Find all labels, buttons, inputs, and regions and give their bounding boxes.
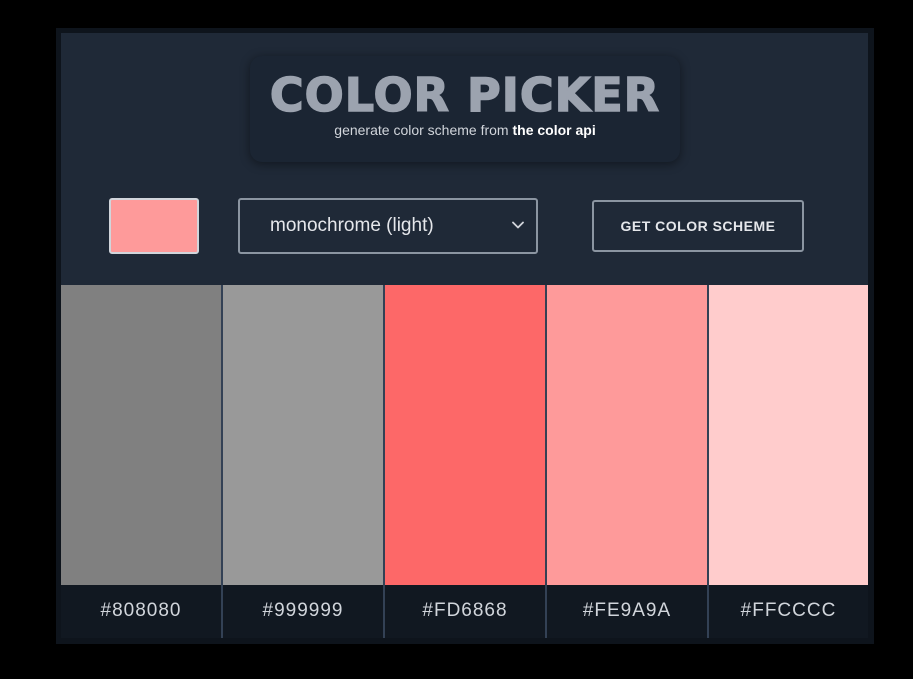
get-color-scheme-button[interactable]: GET COLOR SCHEME bbox=[592, 200, 804, 252]
swatch-hex-label[interactable]: #FE9A9A bbox=[547, 585, 707, 638]
api-name: the color api bbox=[512, 122, 596, 138]
swatch-hex-label[interactable]: #FFCCCC bbox=[709, 585, 868, 638]
swatch-color[interactable] bbox=[223, 285, 383, 585]
swatch-3[interactable]: #FD6868 bbox=[385, 285, 545, 638]
seed-color-input[interactable] bbox=[109, 198, 199, 254]
subtitle: generate color scheme from the color api bbox=[250, 122, 680, 138]
app-window: COLOR PICKER generate color scheme from … bbox=[56, 28, 874, 644]
page-title: COLOR PICKER bbox=[269, 68, 661, 122]
swatch-color[interactable] bbox=[61, 285, 221, 585]
swatch-4[interactable]: #FE9A9A bbox=[547, 285, 707, 638]
title-card: COLOR PICKER generate color scheme from … bbox=[250, 56, 680, 162]
swatch-hex-label[interactable]: #808080 bbox=[61, 585, 221, 638]
color-scheme-swatches: #808080 #999999 #FD6868 #FE9A9A #FFCCCC bbox=[61, 285, 868, 638]
swatch-color[interactable] bbox=[385, 285, 545, 585]
mode-select[interactable]: monochrome (light) bbox=[238, 198, 538, 254]
subtitle-text: generate color scheme from bbox=[334, 122, 513, 138]
chevron-down-icon bbox=[512, 221, 524, 229]
color-picker-panel: COLOR PICKER generate color scheme from … bbox=[61, 33, 868, 638]
swatch-2[interactable]: #999999 bbox=[223, 285, 383, 638]
swatch-color[interactable] bbox=[709, 285, 868, 585]
swatch-hex-label[interactable]: #999999 bbox=[223, 585, 383, 638]
mode-select-value: monochrome (light) bbox=[270, 215, 434, 236]
swatch-hex-label[interactable]: #FD6868 bbox=[385, 585, 545, 638]
swatch-5[interactable]: #FFCCCC bbox=[709, 285, 868, 638]
swatch-color[interactable] bbox=[547, 285, 707, 585]
swatch-1[interactable]: #808080 bbox=[61, 285, 221, 638]
